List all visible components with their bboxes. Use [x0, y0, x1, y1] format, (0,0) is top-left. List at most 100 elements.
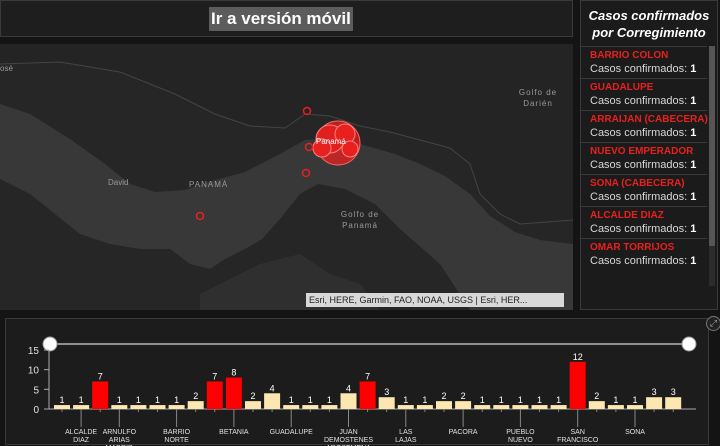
x-category-label: ALCALDE DIAZ	[65, 429, 97, 444]
x-category-label: SONA	[625, 429, 645, 436]
chart-bar[interactable]	[225, 377, 242, 409]
bar-value-label: 3	[671, 387, 676, 397]
bar-value-label: 1	[327, 395, 332, 405]
bar-value-label: 1	[79, 395, 84, 405]
bar-value-label: 4	[270, 383, 275, 393]
y-tick-label: 0	[33, 405, 39, 416]
case-list-item[interactable]: SONA (CABECERA) Casos confirmados: 1	[581, 174, 707, 206]
y-tick-label: 5	[33, 385, 39, 396]
case-count-value: 1	[690, 127, 697, 139]
chart-bar[interactable]	[206, 381, 223, 409]
x-category-label: SAN FRANCISCO	[557, 429, 599, 444]
chart-bar[interactable]	[245, 401, 261, 409]
chart-bar[interactable]	[359, 381, 376, 409]
map-label-golfo-panama: Golfo de Panamá	[340, 210, 380, 230]
chart-bar[interactable]	[130, 405, 147, 409]
bar-value-label: 2	[461, 391, 466, 401]
case-item-count: Casos confirmados: 1	[590, 254, 701, 268]
case-count-label: Casos confirmados:	[590, 95, 691, 107]
bar-value-label: 7	[365, 371, 370, 381]
x-category-label: PACORA	[449, 429, 478, 436]
map-label-jose: osé	[0, 64, 13, 73]
chart-bar[interactable]	[627, 405, 643, 409]
x-category-label: BETANIA	[219, 429, 249, 436]
bar-value-label: 2	[441, 391, 446, 401]
map-label-country: PANAMÁ	[189, 180, 229, 189]
chart-bar[interactable]	[321, 405, 338, 409]
map-attribution[interactable]: Esri, HERE, Garmin, FAO, NOAA, USGS | Es…	[306, 293, 564, 307]
case-list[interactable]: BARRIO COLON Casos confirmados: 1 GUADALUP…	[581, 46, 708, 270]
case-count-value: 1	[690, 191, 697, 203]
bar-value-label: 8	[231, 368, 236, 378]
map-view[interactable]: osé PANAMÁ Panamá David Golfo de Darién …	[0, 44, 573, 310]
case-count-value: 1	[690, 223, 697, 235]
cases-list-panel: Casos confirmados por Corregimiento BARR…	[580, 0, 718, 310]
y-tick-label: 15	[28, 346, 40, 357]
case-list-item[interactable]: OMAR TORRIJOS Casos confirmados: 1	[581, 238, 707, 270]
chart-bar[interactable]	[550, 405, 567, 409]
case-list-item[interactable]: NUEVO EMPERADOR Casos confirmados: 1	[581, 142, 707, 174]
case-item-count: Casos confirmados: 1	[590, 222, 701, 236]
bar-value-label: 1	[499, 395, 504, 405]
chart-bar[interactable]	[111, 405, 128, 409]
bar-value-label: 1	[556, 395, 561, 405]
range-slider-start-handle[interactable]	[42, 336, 58, 352]
chart-bar[interactable]	[264, 393, 281, 409]
x-category-label: LAS LAJAS	[395, 429, 417, 444]
chart-bar[interactable]	[588, 401, 605, 409]
chart-bar[interactable]	[665, 397, 682, 409]
case-item-name: NUEVO EMPERADOR	[590, 146, 694, 157]
chart-bar[interactable]	[646, 397, 663, 409]
case-item-count: Casos confirmados: 1	[590, 94, 701, 108]
chart-bar[interactable]	[416, 405, 433, 409]
range-slider-end-handle[interactable]	[681, 336, 697, 352]
y-tick-label: 10	[28, 366, 40, 377]
chart-bar[interactable]	[54, 405, 70, 409]
case-item-count: Casos confirmados: 1	[590, 62, 701, 76]
bar-value-label: 2	[193, 391, 198, 401]
map-label-david: David	[108, 178, 129, 187]
case-list-item[interactable]: ARRAIJAN (CABECERA) Casos confirmados: 1	[581, 110, 708, 142]
chart-bar[interactable]	[92, 381, 109, 409]
case-item-count: Casos confirmados: 1	[590, 126, 701, 140]
chart-bar[interactable]	[283, 405, 300, 409]
mobile-version-link[interactable]: Ir a versión móvil	[209, 7, 353, 31]
chart-bar[interactable]	[569, 361, 586, 409]
expand-icon[interactable]: ⤢	[706, 316, 720, 331]
x-category-label: PUEBLO NUEVO	[506, 429, 535, 444]
chart-bar[interactable]	[607, 405, 624, 409]
chart-bar[interactable]	[168, 405, 185, 409]
chart-panel: 0 5 10 15 1 1 7 1 1 1 1 2 7 8 2 4 1 1 1 4 7 3 1 1 2 2 1 1 1 1 1 12 2 1 1 3 3…	[5, 318, 709, 446]
chart-bar[interactable]	[512, 405, 529, 409]
map-basemap	[0, 44, 573, 310]
x-category-label: JUANDEMOSTENESAROSEMENA	[324, 429, 373, 446]
chart-bar[interactable]	[455, 401, 472, 409]
bar-value-label: 3	[384, 387, 389, 397]
chart-bar[interactable]	[436, 401, 452, 409]
chart-bar[interactable]	[340, 393, 357, 409]
case-count-label: Casos confirmados:	[590, 159, 691, 171]
bar-value-label: 1	[518, 395, 523, 405]
bar-value-label: 1	[308, 395, 313, 405]
chart-bar[interactable]	[187, 401, 204, 409]
chart-bar[interactable]	[474, 405, 491, 409]
case-list-item[interactable]: GUADALUPE Casos confirmados: 1	[581, 78, 707, 110]
chart-bar[interactable]	[397, 405, 414, 409]
list-scrollbar[interactable]	[709, 46, 715, 286]
case-list-item[interactable]: BARRIO COLON Casos confirmados: 1	[581, 46, 707, 78]
chart-bar[interactable]	[378, 397, 395, 409]
x-category-label: GUADALUPE	[270, 429, 314, 436]
chart-bar[interactable]	[149, 405, 166, 409]
chart-bar[interactable]	[493, 405, 510, 409]
case-item-name: OMAR TORRIJOS	[590, 242, 675, 253]
list-scroll-thumb[interactable]	[709, 46, 715, 246]
case-item-name: GUADALUPE	[590, 82, 654, 93]
bar-value-label: 2	[250, 391, 255, 401]
chart-bar[interactable]	[531, 405, 548, 409]
chart-bar[interactable]	[302, 405, 319, 409]
bar-value-label: 2	[594, 391, 599, 401]
chart-bar[interactable]	[73, 405, 90, 409]
case-count-label: Casos confirmados:	[590, 255, 691, 267]
case-list-item[interactable]: ALCALDE DIAZ Casos confirmados: 1	[581, 206, 707, 238]
case-count-label: Casos confirmados:	[590, 63, 691, 75]
